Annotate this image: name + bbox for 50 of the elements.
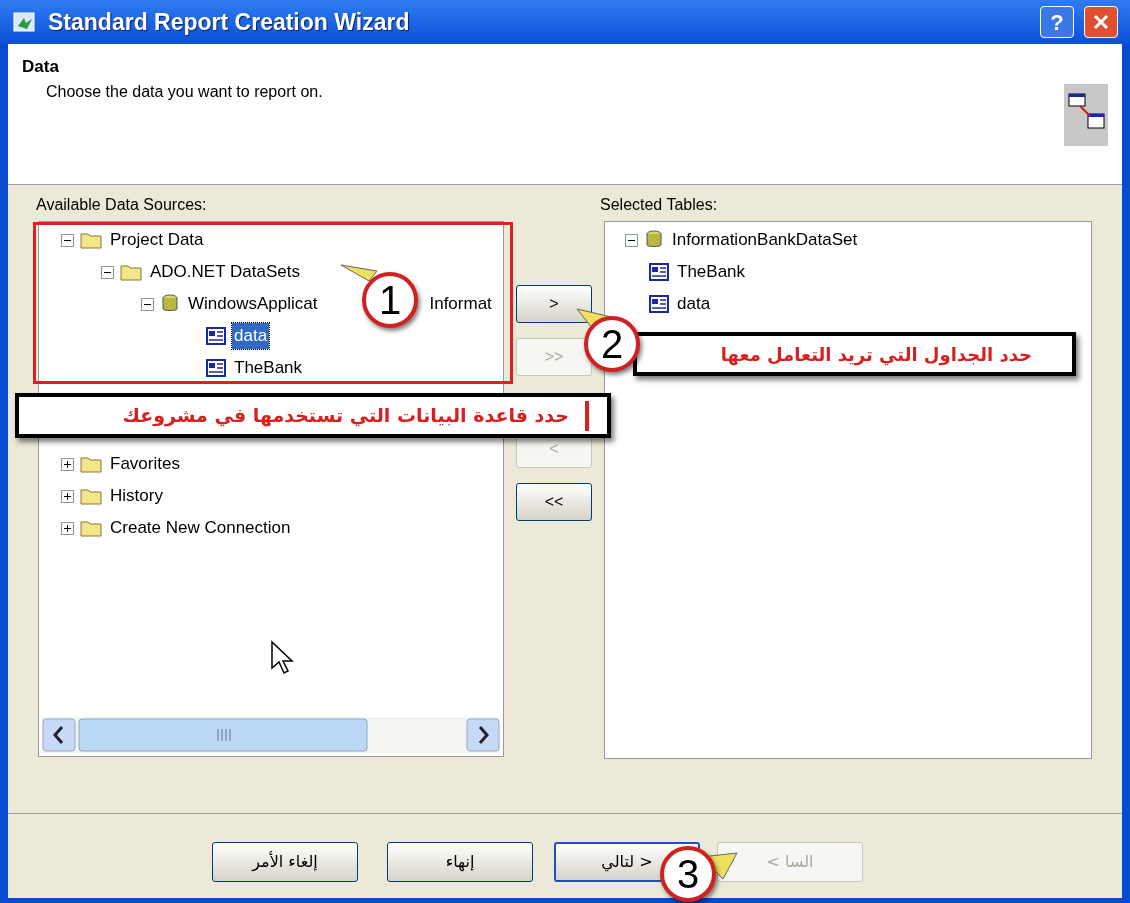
folder-icon (80, 487, 102, 505)
tree-item[interactable]: Project Data (108, 227, 206, 253)
folder-icon (80, 455, 102, 473)
help-button[interactable]: ? (1040, 6, 1074, 38)
collapse-toggle[interactable] (101, 265, 114, 279)
tree-item[interactable]: Favorites (108, 451, 182, 477)
tree-item[interactable]: data (232, 323, 270, 349)
page-title: Data (22, 56, 60, 78)
callout-pointer-icon (340, 264, 378, 282)
collapse-toggle[interactable] (141, 297, 154, 311)
wizard-button[interactable]: << (516, 483, 592, 521)
table-icon (206, 359, 226, 377)
collapse-toggle[interactable] (625, 233, 638, 247)
note-text: حدد قاعدة البيانات التي تستخدمها في مشروعك (122, 403, 569, 429)
wizard-icon (12, 10, 38, 34)
tree-item[interactable]: ADO.NET DataSets (148, 259, 302, 285)
horizontal-scrollbar[interactable] (42, 717, 500, 753)
database-icon (644, 230, 664, 250)
text-cursor-icon (585, 400, 589, 431)
wizard-button[interactable]: > (516, 285, 592, 323)
collapse-toggle[interactable] (61, 233, 74, 247)
section-label: Selected Tables: (600, 195, 718, 213)
annotation-cursor-icon (270, 640, 294, 676)
expand-toggle[interactable] (61, 521, 74, 535)
folder-icon (120, 263, 142, 281)
window-title: Standard Report Creation Wizard (48, 7, 411, 37)
tree-item[interactable]: Create New Connection (108, 515, 293, 541)
table-icon (649, 263, 669, 281)
wizard-button[interactable]: إنهاء (387, 842, 533, 882)
tree-item-text: Informat (429, 293, 492, 316)
expand-toggle[interactable] (61, 457, 74, 471)
linked-tables-icon (1064, 84, 1108, 146)
tree-item[interactable]: TheBank (232, 355, 305, 381)
tree-item[interactable]: InformationBankDataSet (670, 227, 860, 253)
table-icon (206, 327, 226, 345)
database-icon (160, 294, 180, 314)
wizard-button[interactable]: إلغاء الأمر (212, 842, 358, 882)
tree-item[interactable]: History (108, 483, 165, 509)
note-text: حدد الجداول التي تريد التعامل معها (720, 342, 1032, 368)
expand-toggle[interactable] (61, 489, 74, 503)
tree-item[interactable]: TheBank (675, 259, 748, 285)
folder-icon (80, 519, 102, 537)
table-icon (649, 295, 669, 313)
folder-icon (80, 231, 102, 249)
tree-item[interactable]: WindowsApplicat (186, 291, 320, 317)
page-subtitle: Choose the data you want to report on. (46, 81, 324, 102)
close-button[interactable] (1084, 6, 1118, 38)
section-label: Available Data Sources: (36, 195, 208, 213)
tree-item[interactable]: data (675, 291, 713, 317)
close-icon (1092, 13, 1110, 31)
